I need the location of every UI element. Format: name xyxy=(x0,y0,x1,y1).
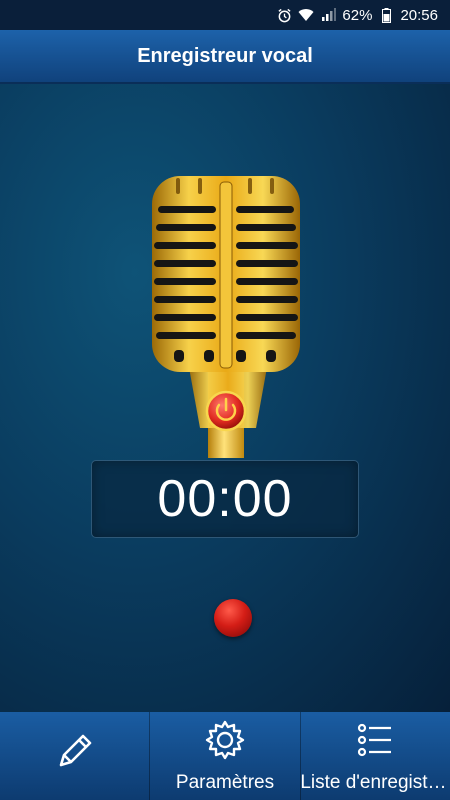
app-title: Enregistreur vocal xyxy=(137,44,313,67)
record-button[interactable] xyxy=(214,599,252,637)
bottom-nav: Paramètres Liste d'enregistrements xyxy=(0,712,450,800)
gear-icon xyxy=(203,718,247,768)
battery-icon xyxy=(378,7,394,23)
status-time: 20:56 xyxy=(400,6,438,24)
timer-value: 00:00 xyxy=(157,470,293,528)
status-bar: 62% 20:56 xyxy=(0,0,450,30)
nav-recordings-list-label: Liste d'enregistrements xyxy=(300,772,450,793)
nav-settings-button[interactable]: Paramètres xyxy=(149,712,299,800)
alarm-icon xyxy=(276,7,292,23)
nav-settings-label: Paramètres xyxy=(175,772,275,793)
app-bar: Enregistreur vocal xyxy=(0,30,450,84)
power-button-icon xyxy=(205,390,247,432)
wifi-icon xyxy=(298,7,314,23)
list-icon xyxy=(353,718,397,768)
battery-percent: 62% xyxy=(342,6,373,24)
signal-icon xyxy=(320,7,336,23)
microphone-illustration xyxy=(148,176,308,466)
recorder-main: 00:00 xyxy=(0,84,450,712)
nav-edit-button[interactable] xyxy=(0,712,149,800)
timer-display: 00:00 xyxy=(91,460,359,538)
pencil-icon xyxy=(53,729,97,779)
nav-recordings-list-button[interactable]: Liste d'enregistrements xyxy=(299,712,450,800)
